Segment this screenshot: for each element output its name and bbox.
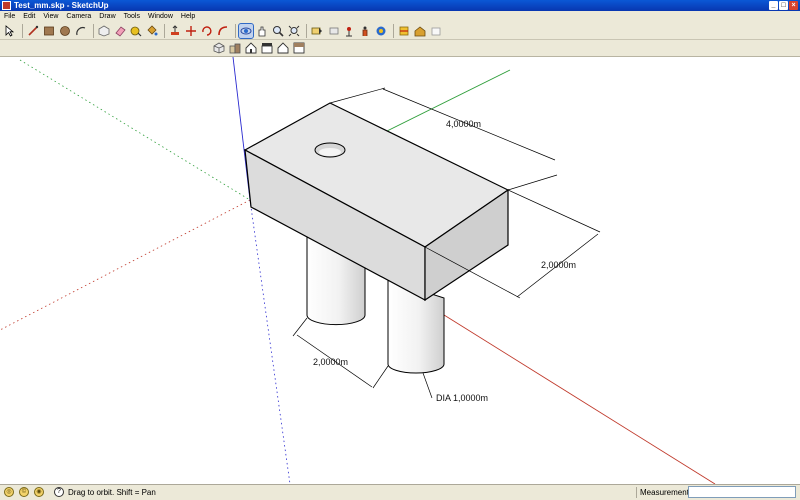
red-axis-dotted [0, 199, 251, 331]
dimension-diameter-label: DIA 1,0000m [436, 393, 488, 403]
sketchup-app-icon [2, 1, 11, 10]
paint-bucket-icon[interactable] [145, 24, 159, 38]
zoom-extents-icon[interactable] [287, 24, 301, 38]
maximize-button[interactable]: □ [779, 1, 788, 10]
menu-draw[interactable]: Draw [95, 11, 119, 22]
drawing-viewport[interactable]: 4,0000m 2,0000m 2,0000m DIA 1,0000m [0, 57, 800, 484]
section-plane-icon[interactable] [397, 24, 411, 38]
select-icon[interactable] [3, 24, 17, 38]
toolbar-separator [93, 23, 94, 38]
geo-location-icon[interactable]: ◎ [4, 487, 14, 497]
dimension-leg-spacing[interactable] [292, 317, 389, 389]
push-pull-icon[interactable] [168, 24, 182, 38]
make-component-icon[interactable] [97, 24, 111, 38]
menu-bar: File Edit View Camera Draw Tools Window … [0, 11, 800, 22]
zoom-icon[interactable] [271, 24, 285, 38]
title-bar: Test_mm.skp - SketchUp _ □ × [0, 0, 800, 11]
measurements-label: Measurements [636, 487, 693, 498]
window-title: Test_mm.skp - SketchUp [14, 1, 109, 10]
look-around-icon[interactable] [374, 24, 388, 38]
walk-icon[interactable] [358, 24, 372, 38]
user-icon[interactable]: ◉ [34, 487, 44, 497]
eraser-icon[interactable] [113, 24, 127, 38]
help-icon[interactable]: ? [54, 487, 64, 497]
toolbar-separator [164, 23, 165, 38]
previous-view-icon[interactable] [310, 24, 324, 38]
red-axis [419, 299, 716, 484]
dimension-leg-spacing-label: 2,0000m [313, 357, 348, 367]
dimension-diameter[interactable] [422, 372, 433, 399]
3d-warehouse-icon[interactable] [413, 24, 427, 38]
left-view-icon[interactable] [292, 41, 306, 55]
tape-measure-icon[interactable] [129, 24, 143, 38]
menu-window[interactable]: Window [144, 11, 177, 22]
arc-icon[interactable] [74, 24, 88, 38]
components-icon[interactable] [429, 24, 443, 38]
position-camera-icon[interactable] [342, 24, 356, 38]
blue-axis-dotted [249, 199, 291, 484]
circle-icon[interactable] [58, 24, 72, 38]
next-view-icon[interactable] [326, 24, 340, 38]
menu-camera[interactable]: Camera [62, 11, 95, 22]
right-view-icon[interactable] [260, 41, 274, 55]
pan-icon[interactable] [255, 24, 269, 38]
back-view-icon[interactable] [276, 41, 290, 55]
orbit-icon[interactable] [238, 22, 254, 39]
menu-edit[interactable]: Edit [19, 11, 39, 22]
green-axis-dotted [19, 59, 251, 201]
rectangle-icon[interactable] [42, 24, 56, 38]
window-controls: _ □ × [769, 1, 798, 10]
status-bar: ◎ © ◉ ? Drag to orbit. Shift = Pan Measu… [0, 484, 800, 500]
toolbar-separator [22, 23, 23, 38]
views-toolbar [0, 40, 800, 57]
top-view-icon[interactable] [228, 41, 242, 55]
toolbar-separator [235, 23, 236, 38]
menu-help[interactable]: Help [177, 11, 199, 22]
status-hint: Drag to orbit. Shift = Pan [68, 488, 156, 497]
toolbar-separator [306, 23, 307, 38]
dimension-length-label: 4,0000m [446, 119, 481, 129]
rotate-icon[interactable] [200, 24, 214, 38]
dimension-width-label: 2,0000m [541, 260, 576, 270]
follow-me-icon[interactable] [216, 24, 230, 38]
line-icon[interactable] [26, 24, 40, 38]
close-button[interactable]: × [789, 1, 798, 10]
menu-view[interactable]: View [39, 11, 62, 22]
model-canvas[interactable]: 4,0000m 2,0000m 2,0000m DIA 1,0000m [0, 57, 800, 484]
main-toolbar [0, 22, 800, 40]
menu-file[interactable]: File [0, 11, 19, 22]
toolbar-separator [393, 23, 394, 38]
measurements-input[interactable] [688, 486, 796, 498]
menu-tools[interactable]: Tools [120, 11, 144, 22]
iso-view-icon[interactable] [212, 41, 226, 55]
move-icon[interactable] [184, 24, 198, 38]
front-view-icon[interactable] [244, 41, 258, 55]
credits-icon[interactable]: © [19, 487, 29, 497]
minimize-button[interactable]: _ [769, 1, 778, 10]
